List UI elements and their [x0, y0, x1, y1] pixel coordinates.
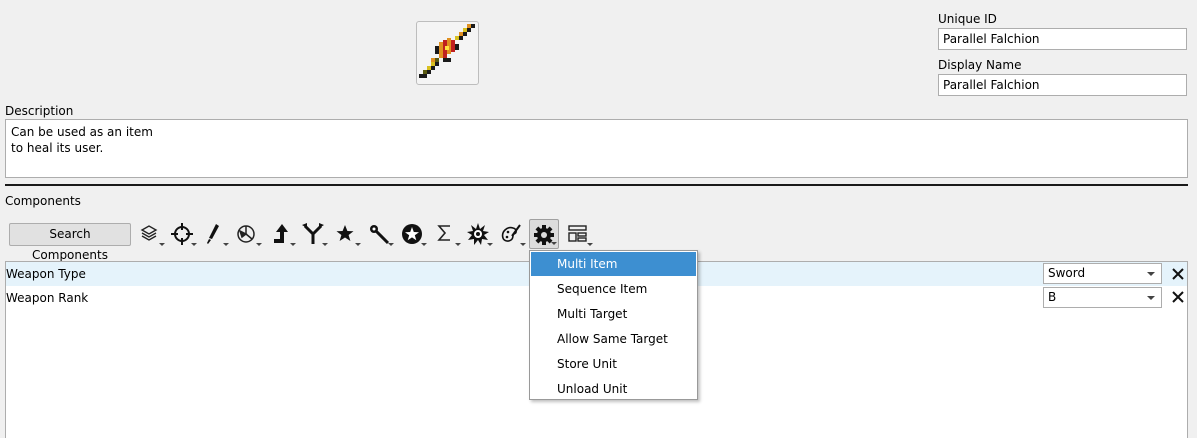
- layout-icon[interactable]: [564, 219, 594, 249]
- description-line-1: Can be used as an item: [11, 125, 153, 139]
- menu-item-multi-target[interactable]: Multi Target: [531, 302, 696, 326]
- search-components-button[interactable]: Search Components: [9, 223, 131, 262]
- star-icon[interactable]: [332, 219, 362, 249]
- palette-icon[interactable]: [497, 219, 527, 249]
- weapon-rank-select[interactable]: B: [1043, 287, 1162, 308]
- weapon-type-select[interactable]: Sword: [1043, 263, 1162, 284]
- display-name-field[interactable]: Parallel Falchion: [938, 74, 1187, 96]
- fork-icon[interactable]: [299, 219, 329, 249]
- badge-icon[interactable]: [398, 219, 428, 249]
- wand-icon[interactable]: [365, 219, 395, 249]
- component-name: Weapon Type: [6, 267, 86, 281]
- unique-id-field[interactable]: Parallel Falchion: [938, 28, 1187, 50]
- weapon-type-value: Sword: [1048, 266, 1086, 280]
- brush-icon[interactable]: [200, 219, 230, 249]
- menu-item-allow-same-target[interactable]: Allow Same Target: [531, 327, 696, 351]
- menu-item-store-unit[interactable]: Store Unit: [531, 352, 696, 376]
- description-textarea[interactable]: Can be used as an item to heal its user.: [5, 119, 1188, 178]
- display-name-label: Display Name: [938, 58, 1022, 72]
- description-line-2: to heal its user.: [11, 141, 104, 155]
- menu-item-multi-item[interactable]: Multi Item: [531, 252, 696, 276]
- component-dropdown-menu: Multi Item Sequence Item Multi Target Al…: [529, 250, 698, 400]
- remove-weapon-type-icon[interactable]: [1170, 266, 1186, 282]
- components-label: Components: [5, 194, 81, 208]
- burst-icon[interactable]: [464, 219, 494, 249]
- sigma-icon[interactable]: [432, 219, 462, 249]
- item-icon-button[interactable]: [416, 21, 479, 85]
- crosshair-icon[interactable]: [168, 219, 198, 249]
- menu-item-sequence-item[interactable]: Sequence Item: [531, 277, 696, 301]
- arrow-up-icon[interactable]: [267, 219, 297, 249]
- chevron-down-icon: [1147, 296, 1155, 300]
- component-name: Weapon Rank: [6, 291, 89, 305]
- menu-item-unload-unit[interactable]: Unload Unit: [531, 377, 696, 401]
- unique-id-label: Unique ID: [938, 12, 997, 26]
- layers-icon[interactable]: [136, 219, 166, 249]
- weapon-rank-value: B: [1048, 290, 1057, 304]
- description-label: Description: [5, 104, 74, 118]
- remove-weapon-rank-icon[interactable]: [1170, 289, 1186, 305]
- section-divider: [5, 184, 1188, 186]
- sword-sprite-icon: [419, 24, 475, 78]
- gear-icon[interactable]: [529, 219, 559, 249]
- pie-icon[interactable]: [233, 219, 263, 249]
- chevron-down-icon: [1147, 272, 1155, 276]
